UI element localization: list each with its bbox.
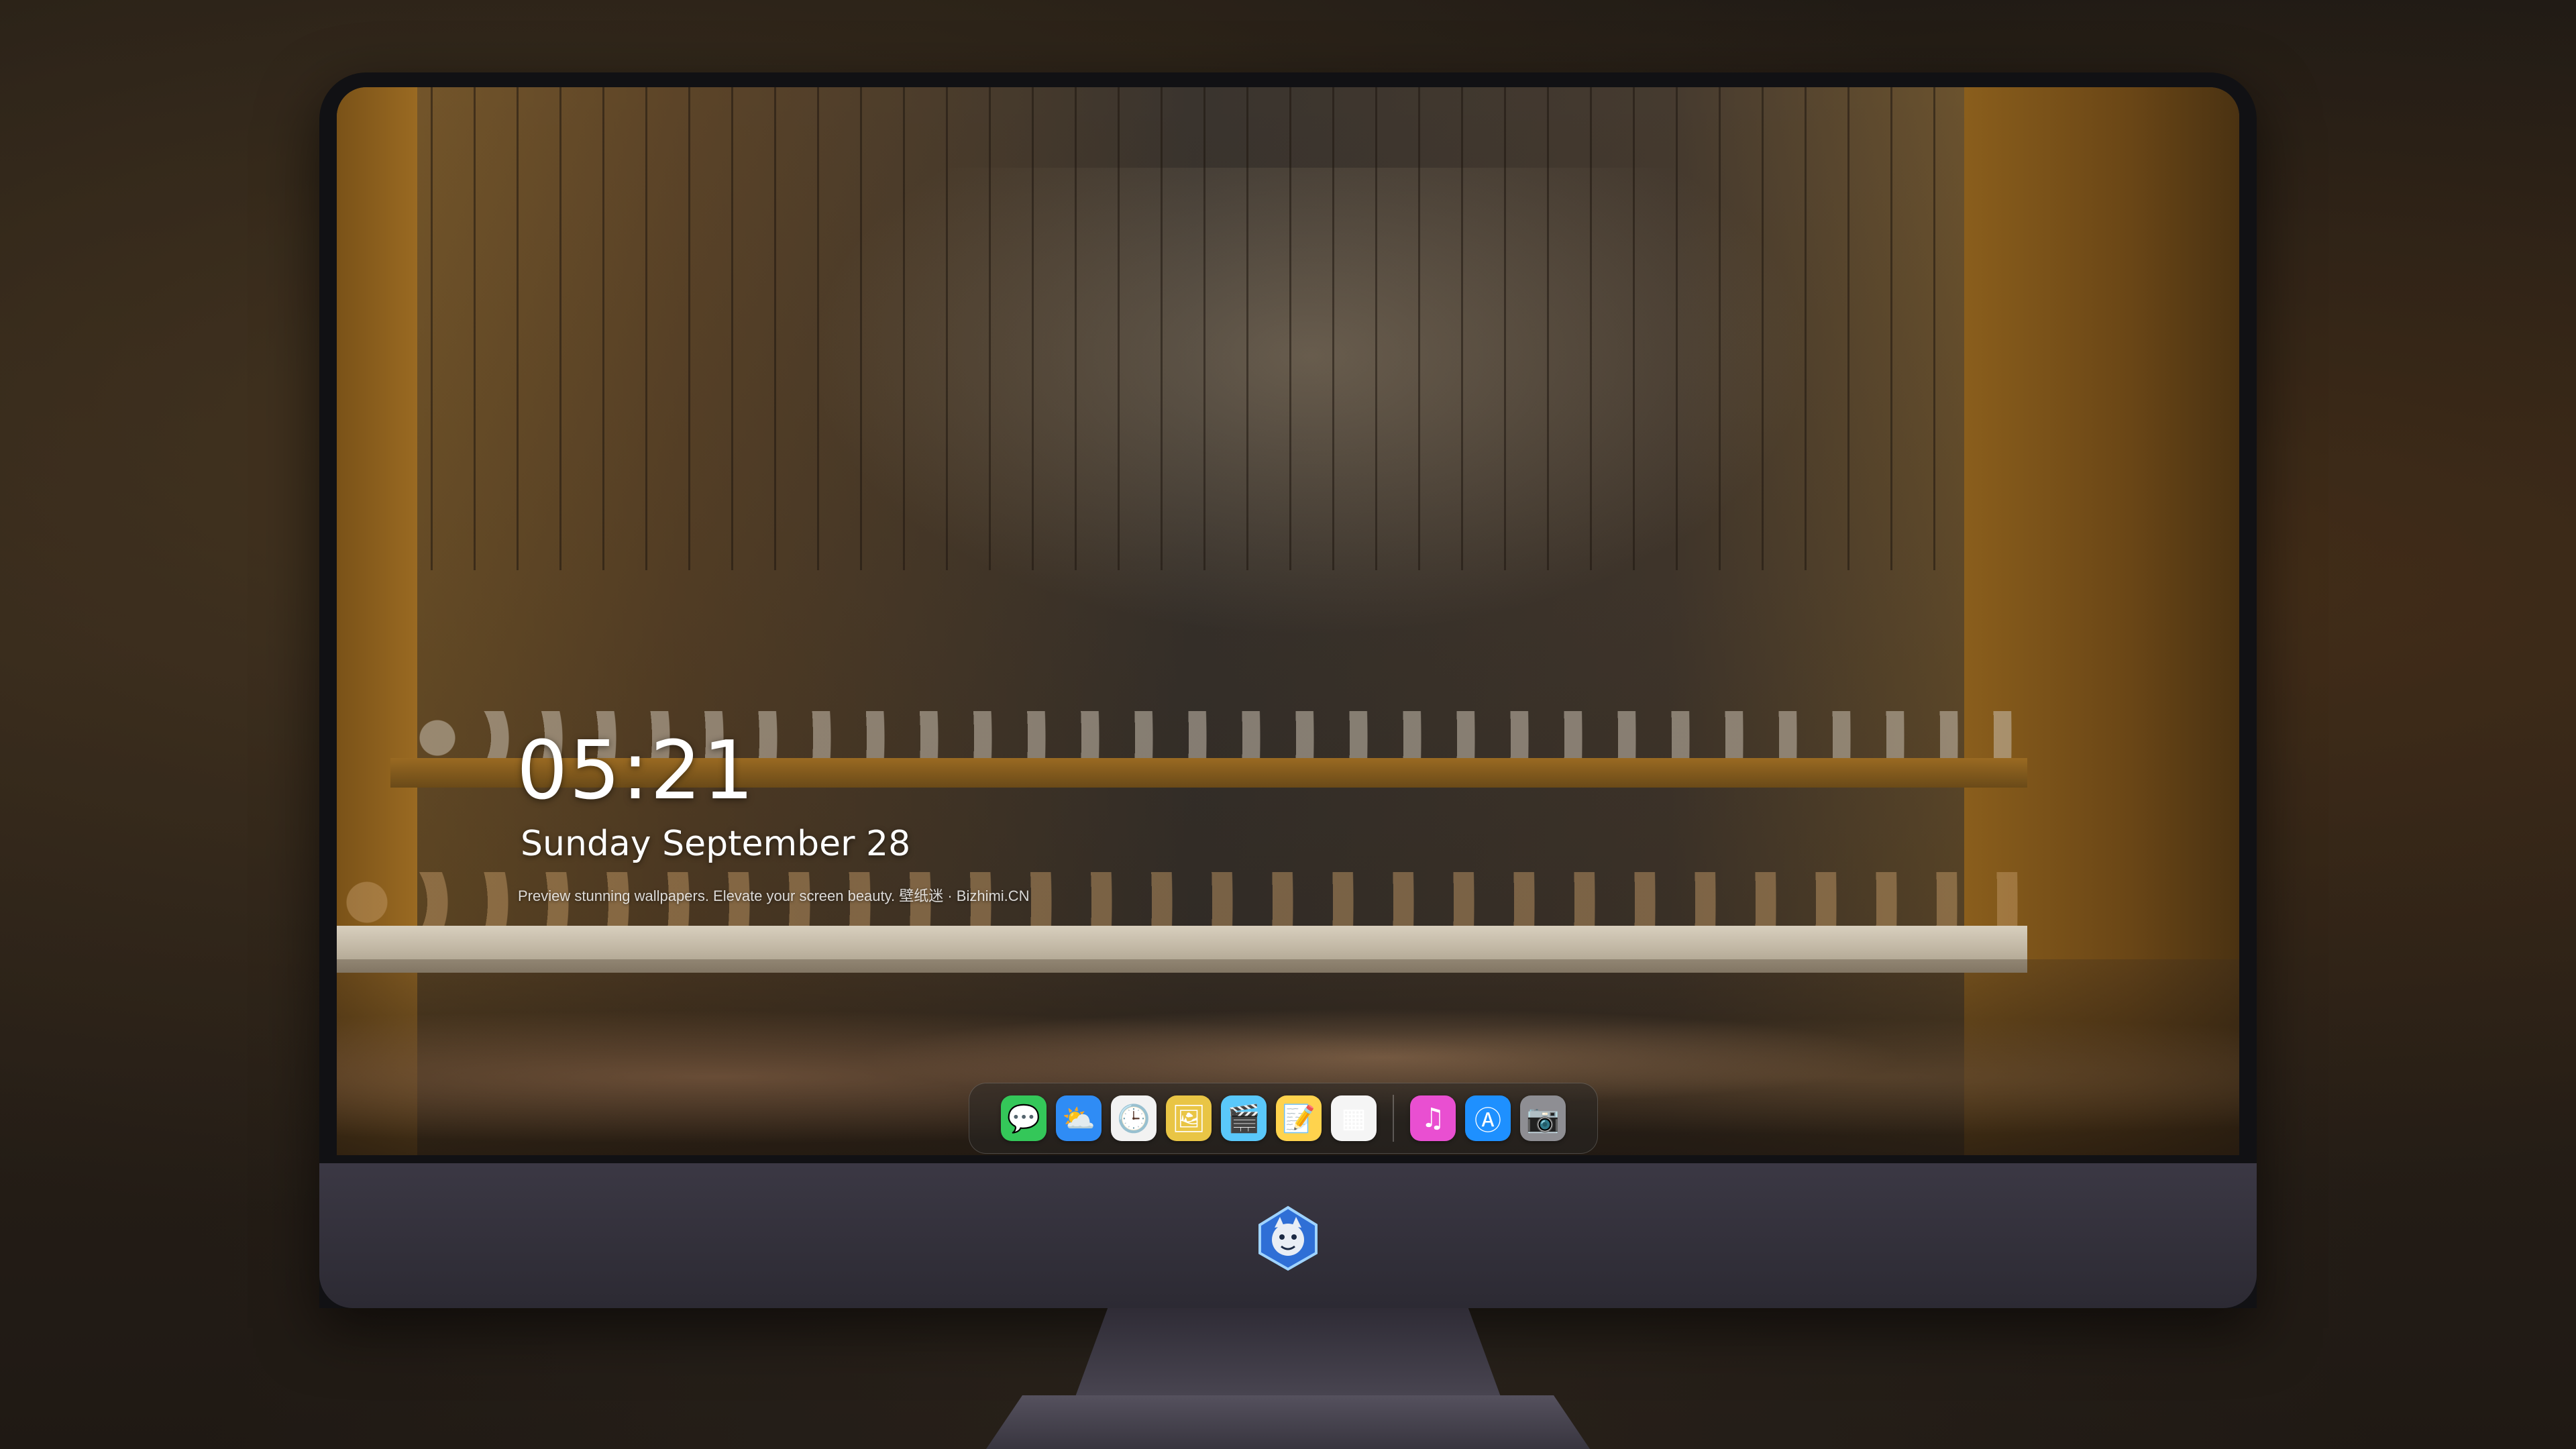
monitor-stand-neck [1073,1308,1503,1402]
dock-separator [1393,1095,1394,1142]
music-note-icon[interactable]: ♫ [1410,1095,1456,1141]
wallpaper-caption: Preview stunning wallpapers. Elevate you… [518,888,1030,904]
dock: 💬 ⛅ 🕒 🖼 🎬 📝 ▦ ♫ Ⓐ 📷 [969,1083,1598,1154]
monitor-stand-base [986,1395,1590,1449]
clapperboard-icon[interactable]: 🎬 [1221,1095,1267,1141]
camera-icon[interactable]: 📷 [1520,1095,1566,1141]
preview-icon[interactable]: 🖼 [1166,1095,1212,1141]
clock-icon[interactable]: 🕒 [1111,1095,1157,1141]
app-store-icon[interactable]: Ⓐ [1465,1095,1511,1141]
wallpaper-hanging-charms [431,87,1974,570]
notes-icon[interactable]: 📝 [1276,1095,1322,1141]
photos-grid-icon[interactable]: ▦ [1331,1095,1377,1141]
lockscreen-date: Sunday September 28 [521,824,911,864]
lock-screen[interactable] [337,87,2239,1155]
brand-logo [1252,1202,1324,1275]
lockscreen-time: 05:21 [517,724,755,818]
mascot-logo-icon [1258,1205,1318,1271]
message-bubble-icon[interactable]: 💬 [1001,1095,1046,1141]
weather-cloud-icon[interactable]: ⛅ [1056,1095,1102,1141]
